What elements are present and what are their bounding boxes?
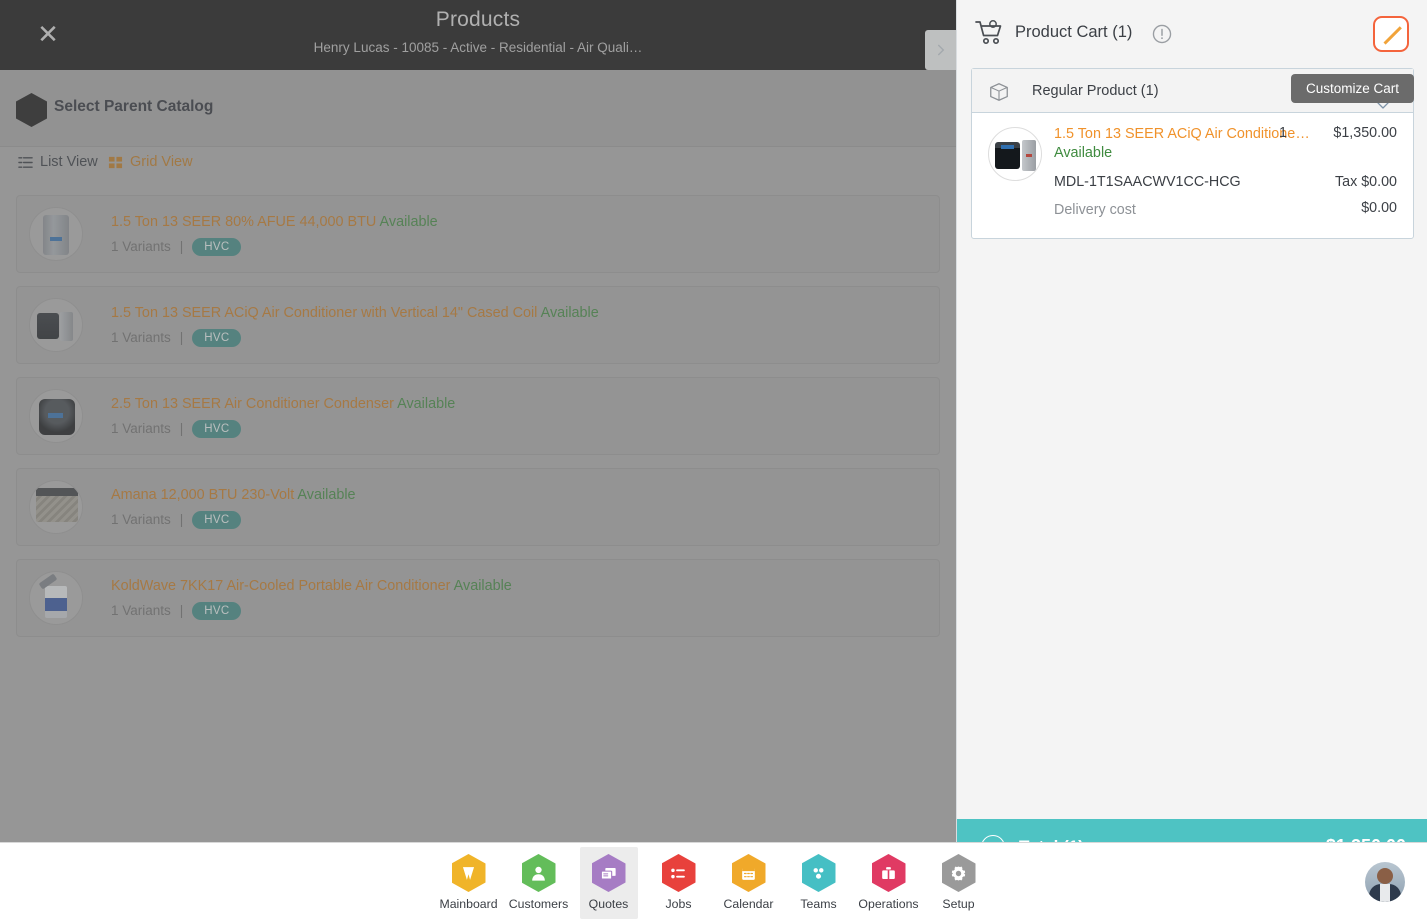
cart-item-availability: Available [1054,145,1113,161]
nav-label: Calendar [723,897,774,911]
next-panel-button[interactable] [925,30,956,70]
nav-item-calendar[interactable]: Calendar [720,847,778,919]
product-title: 1.5 Ton 13 SEER 80% AFUE 44,000 BTU [111,213,377,230]
meta-separator: | [179,512,184,527]
product-card[interactable]: 1.5 Ton 13 SEER 80% AFUE 44,000 BTU Avai… [16,195,940,273]
product-category-badge: HVC [192,510,242,529]
meta-separator: | [179,239,184,254]
product-thumbnail [29,480,83,534]
shopping-cart-icon [975,20,1003,46]
nav-label: Teams [800,897,837,911]
select-parent-catalog-button[interactable]: Select Parent Catalog [54,98,213,116]
quotes-icon [591,854,626,892]
jobs-list-icon [661,854,696,892]
product-category-badge: HVC [192,328,242,347]
cart-item-row[interactable]: 1.5 Ton 13 SEER ACiQ Air Conditione… Ava… [972,113,1413,238]
cart-item-tax: Tax $0.00 [1335,174,1397,190]
cart-item-quantity: 1 [1279,125,1287,141]
product-variants: 1 Variants [111,239,171,254]
edit-pencil-icon[interactable] [1373,16,1409,52]
cart-title: Product Cart (1) [1015,23,1133,41]
product-cart-panel: Product Cart (1) Regular Product (1) Cus… [956,0,1427,922]
hexagon-icon [16,93,47,127]
nav-label: Customers [508,897,569,911]
cart-item-thumbnail [988,127,1042,181]
customize-cart-tooltip: Customize Cart [1290,74,1414,103]
user-avatar[interactable] [1365,862,1405,902]
top-bar: ✕ Products Henry Lucas - 10085 - Active … [0,0,956,70]
list-view-label: List View [40,154,98,170]
product-variants: 1 Variants [111,421,171,436]
cart-item-title: 1.5 Ton 13 SEER ACiQ Air Conditione… [1054,126,1310,142]
product-category-badge: HVC [192,419,242,438]
product-title: 2.5 Ton 13 SEER Air Conditioner Condense… [111,395,394,412]
app-root: ✕ Products Henry Lucas - 10085 - Active … [0,0,1427,922]
product-availability: Available [453,577,512,594]
grid-view-label: Grid View [130,154,193,170]
product-variants: 1 Variants [111,330,171,345]
view-toggle-bar: List View Grid View [0,147,956,183]
product-title: Amana 12,000 BTU 230-Volt [111,486,295,503]
product-category-badge: HVC [192,237,242,256]
toolbox-icon [871,854,906,892]
nav-label: Quotes [588,897,629,911]
product-thumbnail [29,389,83,443]
gear-icon [941,854,976,892]
nav-item-setup[interactable]: Setup [930,847,988,919]
meta-separator: | [179,421,184,436]
product-card[interactable]: 2.5 Ton 13 SEER Air Conditioner Condense… [16,377,940,455]
cart-group-box: Regular Product (1) Customize Cart 1.5 T… [971,68,1414,239]
package-icon [988,81,1010,102]
product-category-badge: HVC [192,601,242,620]
catalog-bar: Select Parent Catalog Cooling [0,70,956,208]
list-view-icon [18,155,33,170]
nav-item-mainboard[interactable]: Mainboard [439,847,498,919]
product-thumbnail [29,571,83,625]
chevron-right-icon [937,44,944,56]
page-subtitle: Henry Lucas - 10085 - Active - Residenti… [313,40,643,55]
nav-label: Mainboard [439,897,498,911]
calendar-icon [731,854,766,892]
nav-label: Setup [942,897,975,911]
cart-item-delivery-cost: $0.00 [1361,200,1397,216]
product-card[interactable]: 1.5 Ton 13 SEER ACiQ Air Conditioner wit… [16,286,940,364]
info-icon[interactable] [1152,24,1172,44]
product-card[interactable]: Amana 12,000 BTU 230-Volt Available 1 Va… [16,468,940,546]
list-view-toggle[interactable]: List View [18,154,98,170]
product-availability: Available [540,304,599,321]
nav-item-customers[interactable]: Customers [508,847,569,919]
grid-view-toggle[interactable]: Grid View [108,154,193,170]
product-thumbnail [29,298,83,352]
page-title: Products [435,8,521,31]
product-title: 1.5 Ton 13 SEER ACiQ Air Conditioner wit… [111,304,538,321]
product-availability: Available [297,486,356,503]
mainboard-icon [451,854,486,892]
cart-group-header[interactable]: Regular Product (1) Customize Cart [972,69,1414,113]
product-availability: Available [397,395,456,412]
meta-separator: | [179,603,184,618]
product-variants: 1 Variants [111,512,171,527]
nav-item-operations[interactable]: Operations [858,847,919,919]
cart-item-delivery-label: Delivery cost [1054,202,1136,218]
grid-view-icon [108,155,123,170]
cart-group-label: Regular Product (1) [1032,83,1159,99]
bottom-navigation: Mainboard Customers Quotes Jobs Calendar… [0,842,1427,922]
product-thumbnail [29,207,83,261]
cart-item-price: $1,350.00 [1333,125,1397,141]
nav-label: Operations [858,897,919,911]
person-icon [521,854,556,892]
products-region: ✕ Products Henry Lucas - 10085 - Active … [0,0,956,922]
meta-separator: | [179,330,184,345]
cart-header: Product Cart (1) [957,0,1427,68]
product-title: KoldWave 7KK17 Air-Cooled Portable Air C… [111,577,451,594]
nav-item-teams[interactable]: Teams [790,847,848,919]
nav-item-jobs[interactable]: Jobs [650,847,708,919]
nav-label: Jobs [665,897,692,911]
product-list: 1.5 Ton 13 SEER 80% AFUE 44,000 BTU Avai… [0,183,956,842]
teams-icon [801,854,836,892]
nav-item-quotes[interactable]: Quotes [579,846,638,919]
product-card[interactable]: KoldWave 7KK17 Air-Cooled Portable Air C… [16,559,940,637]
product-variants: 1 Variants [111,603,171,618]
product-availability: Available [379,213,438,230]
